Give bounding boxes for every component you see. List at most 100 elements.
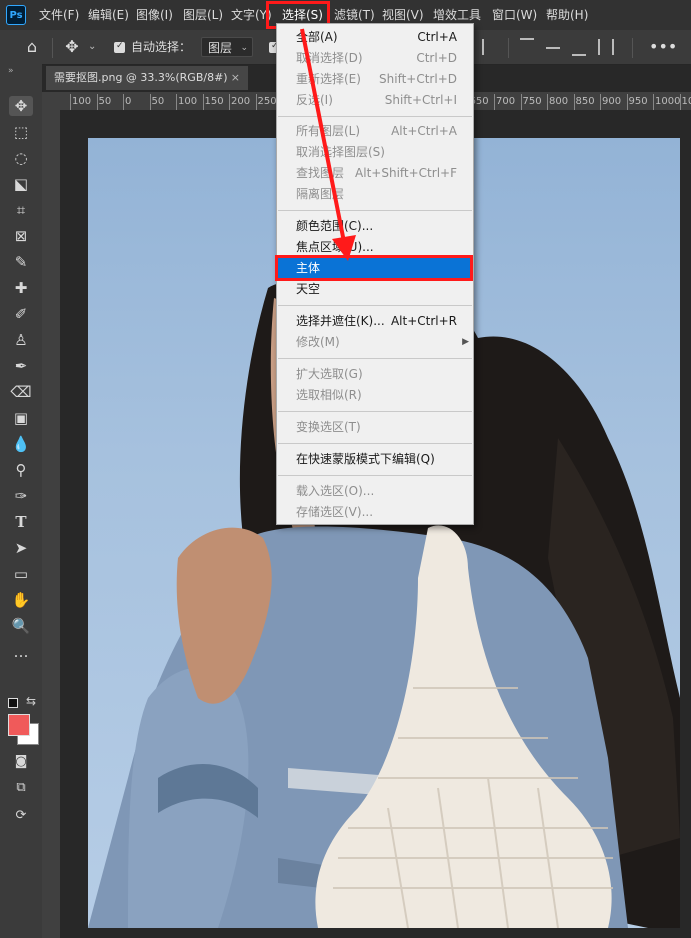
rectangle-tool-icon[interactable]: ▭ — [9, 564, 33, 584]
auto-select-target-dropdown[interactable]: 图层 ⌄ — [201, 37, 253, 57]
divider — [508, 38, 509, 58]
chevron-down-icon: ⌄ — [240, 43, 248, 53]
menu-window[interactable]: 窗口(W) — [492, 0, 537, 30]
document-tab-title: 需要抠图.png @ 33.3%(RGB/8#) — [54, 71, 228, 84]
hand-tool-icon[interactable]: ✋ — [9, 590, 33, 610]
dodge-tool-icon[interactable]: ⚲ — [9, 460, 33, 480]
foreground-color-swatch[interactable] — [8, 714, 30, 736]
align-top-icon[interactable] — [520, 38, 534, 56]
ruler-tick-mark — [573, 94, 575, 110]
ruler-tick-label: 700 — [496, 96, 516, 107]
zoom-tool-icon[interactable]: 🔍 — [9, 616, 33, 636]
ruler-tick-label: 750 — [522, 96, 542, 107]
menu-help[interactable]: 帮助(H) — [546, 0, 588, 30]
ruler-tick-mark — [149, 94, 151, 110]
lasso-tool-icon[interactable]: ◌ — [9, 148, 33, 168]
ruler-tick-label: 1000 — [655, 96, 681, 107]
ruler-tick-label: 100 — [178, 96, 198, 107]
home-icon[interactable]: ⌂ — [22, 37, 42, 57]
ruler-tick-label: 50 — [98, 96, 112, 107]
menu-layer[interactable]: 图层(L) — [183, 0, 223, 30]
menu-item-modify[interactable]: 修改(M) ▶ — [277, 332, 473, 353]
menu-item-quick-mask[interactable]: 在快速蒙版模式下编辑(Q) — [277, 449, 473, 470]
ruler-tick-mark — [229, 94, 230, 110]
tools-panel: » ✥ ⬚ ◌ ⬕ ⌗ ⊠ ✎ ✚ ✐ ♙ ✒ ⌫ ▣ 💧 ⚲ ✑ T ➤ ▭ … — [0, 64, 43, 938]
ruler-tick-label: 800 — [549, 96, 569, 107]
ruler-tick-label: 250 — [257, 96, 277, 107]
ruler-tick-mark — [600, 94, 601, 110]
pen-tool-icon[interactable]: ✑ — [9, 486, 33, 506]
brush-tool-icon[interactable]: ✐ — [9, 304, 33, 324]
ruler-tick-label: 1050 — [681, 96, 691, 107]
submenu-arrow-icon: ▶ — [462, 337, 469, 347]
menu-separator — [278, 411, 472, 412]
menu-item-transform-selection[interactable]: 变换选区(T) — [277, 417, 473, 438]
ruler-tick-mark — [123, 94, 124, 110]
ruler-tick-mark — [255, 94, 257, 110]
menu-item-select-and-mask[interactable]: 选择并遮住(K)... Alt+Ctrl+R — [277, 311, 473, 332]
divider — [632, 38, 633, 58]
eyedropper-tool-icon[interactable]: ✎ — [9, 252, 33, 272]
menu-item-load-selection[interactable]: 载入选区(O)... — [277, 481, 473, 502]
gradient-tool-icon[interactable]: ▣ — [9, 408, 33, 428]
close-icon[interactable]: × — [231, 66, 240, 90]
auto-select-checkbox[interactable] — [114, 41, 125, 53]
align-left-icon[interactable] — [482, 39, 496, 55]
ruler-tick-label: 900 — [602, 96, 622, 107]
auto-select-target-value: 图层 — [208, 41, 233, 55]
menu-file[interactable]: 文件(F) — [39, 0, 79, 30]
ruler-tick-mark — [653, 94, 654, 110]
share-icon[interactable]: ⟳ — [9, 806, 33, 826]
ruler-tick-mark — [626, 94, 628, 110]
default-colors-icon[interactable] — [8, 698, 18, 708]
ruler-tick-mark — [202, 94, 204, 110]
ruler-tick-label: 200 — [231, 96, 251, 107]
path-selection-tool-icon[interactable]: ➤ — [9, 538, 33, 558]
blur-tool-icon[interactable]: 💧 — [9, 434, 33, 454]
ruler-tick-mark — [520, 94, 522, 110]
swap-colors-icon[interactable]: ⇆ — [26, 694, 36, 708]
move-tool-icon[interactable]: ✥ — [9, 96, 33, 116]
healing-brush-tool-icon[interactable]: ✚ — [9, 278, 33, 298]
menu-item-grow[interactable]: 扩大选取(G) — [277, 364, 473, 385]
frame-tool-icon[interactable]: ⊠ — [9, 226, 33, 246]
history-brush-tool-icon[interactable]: ✒ — [9, 356, 33, 376]
collapse-panel-icon[interactable]: » — [8, 66, 14, 76]
photoshop-logo: Ps — [6, 5, 26, 25]
menu-separator — [278, 305, 472, 306]
chevron-down-icon[interactable]: ⌄ — [88, 37, 96, 57]
auto-select-label: 自动选择： — [131, 40, 192, 54]
menu-item-sky[interactable]: 天空 — [277, 279, 473, 300]
menu-item-similar[interactable]: 选取相似(R) — [277, 385, 473, 406]
divider — [52, 38, 53, 58]
ruler-tick-label: 950 — [628, 96, 648, 107]
more-tools-icon[interactable]: … — [9, 642, 33, 662]
more-options-icon[interactable]: ••• — [649, 37, 677, 57]
menu-item-save-selection[interactable]: 存储选区(V)... — [277, 502, 473, 523]
move-tool-icon[interactable]: ✥ — [62, 37, 82, 57]
quick-mask-icon[interactable]: ◙ — [9, 752, 33, 772]
menu-separator — [278, 358, 472, 359]
ruler-tick-label: 150 — [204, 96, 224, 107]
type-tool-icon[interactable]: T — [9, 512, 33, 532]
ruler-tick-mark — [176, 94, 177, 110]
crop-tool-icon[interactable]: ⌗ — [9, 200, 33, 220]
screen-mode-icon[interactable]: ⧉ — [9, 778, 33, 798]
ruler-tick-mark — [547, 94, 548, 110]
ruler-tick-label: 0 — [125, 96, 132, 107]
align-vertical-center-icon[interactable] — [546, 47, 560, 49]
ruler-tick-label: 850 — [575, 96, 595, 107]
marquee-tool-icon[interactable]: ⬚ — [9, 122, 33, 142]
vertical-ruler — [42, 110, 60, 938]
ruler-tick-label: 100 — [72, 96, 92, 107]
distribute-icon[interactable] — [598, 39, 614, 55]
menu-image[interactable]: 图像(I) — [136, 0, 173, 30]
menu-separator — [278, 475, 472, 476]
menu-edit[interactable]: 编辑(E) — [88, 0, 129, 30]
object-selection-tool-icon[interactable]: ⬕ — [9, 174, 33, 194]
annotation-arrow — [300, 28, 356, 261]
document-tab[interactable]: 需要抠图.png @ 33.3%(RGB/8#) × — [46, 66, 248, 90]
clone-stamp-tool-icon[interactable]: ♙ — [9, 330, 33, 350]
align-bottom-icon[interactable] — [572, 38, 586, 56]
eraser-tool-icon[interactable]: ⌫ — [9, 382, 33, 402]
